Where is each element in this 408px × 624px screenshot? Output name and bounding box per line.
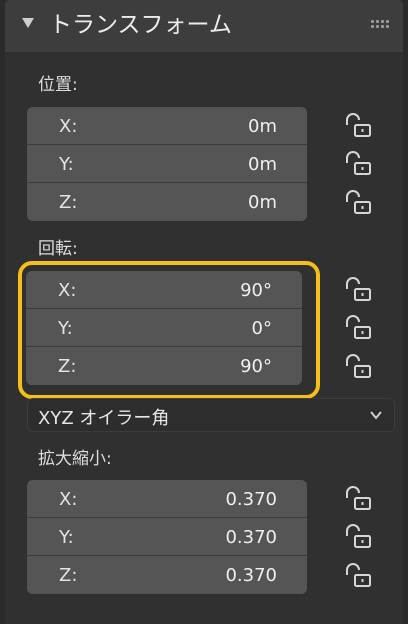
panel-title: トランスフォーム xyxy=(49,12,232,38)
axis-value: 0m xyxy=(248,116,277,137)
axis-label: Z: xyxy=(59,565,78,586)
scale-y-lock-icon[interactable] xyxy=(343,524,373,550)
scale-z-lock-icon[interactable] xyxy=(343,563,373,589)
scale-y-field[interactable]: Y: 0.370 xyxy=(27,518,307,556)
location-x-field[interactable]: X: 0m xyxy=(27,107,307,145)
axis-value: 90° xyxy=(240,356,272,377)
axis-value: 0m xyxy=(248,192,277,213)
axis-value: 0.370 xyxy=(225,527,277,548)
axis-label: Y: xyxy=(58,318,73,339)
drag-handle-icon[interactable] xyxy=(371,20,389,28)
axis-label: Z: xyxy=(58,356,77,377)
location-fields: X: 0m Y: 0m Z: 0m xyxy=(27,107,307,221)
rotation-x-field[interactable]: X: 90° xyxy=(26,271,302,309)
scale-x-lock-icon[interactable] xyxy=(343,486,373,512)
scale-z-field[interactable]: Z: 0.370 xyxy=(27,556,307,594)
axis-label: Y: xyxy=(59,154,74,175)
axis-label: X: xyxy=(59,489,78,510)
location-x-lock-icon[interactable] xyxy=(343,113,373,139)
transform-panel: トランスフォーム 位置: X: 0m Y: 0m Z: 0m 回転: X: 90… xyxy=(5,0,403,624)
rotation-mode-value: XYZ オイラー角 xyxy=(38,408,170,429)
scale-label: 拡大縮小: xyxy=(38,449,112,469)
axis-value: 0.370 xyxy=(225,489,277,510)
axis-value: 90° xyxy=(240,280,272,301)
axis-value: 0m xyxy=(248,154,277,175)
rotation-z-lock-icon[interactable] xyxy=(343,354,373,380)
axis-value: 0.370 xyxy=(225,565,277,586)
axis-label: Y: xyxy=(59,527,74,548)
rotation-x-lock-icon[interactable] xyxy=(343,277,373,303)
location-y-lock-icon[interactable] xyxy=(343,151,373,177)
rotation-z-field[interactable]: Z: 90° xyxy=(26,347,302,385)
axis-label: X: xyxy=(58,280,77,301)
rotation-label: 回転: xyxy=(38,239,78,259)
panel-header[interactable]: トランスフォーム xyxy=(5,0,403,52)
location-z-lock-icon[interactable] xyxy=(343,190,373,216)
axis-value: 0° xyxy=(251,318,272,339)
collapse-triangle-icon[interactable] xyxy=(22,18,34,28)
scale-x-field[interactable]: X: 0.370 xyxy=(27,480,307,518)
rotation-y-field[interactable]: Y: 0° xyxy=(26,309,302,347)
location-z-field[interactable]: Z: 0m xyxy=(27,183,307,221)
location-label: 位置: xyxy=(38,75,78,95)
rotation-y-lock-icon[interactable] xyxy=(343,315,373,341)
chevron-down-icon xyxy=(370,411,382,420)
rotation-fields: X: 90° Y: 0° Z: 90° xyxy=(26,271,302,385)
location-y-field[interactable]: Y: 0m xyxy=(27,145,307,183)
scale-fields: X: 0.370 Y: 0.370 Z: 0.370 xyxy=(27,480,307,594)
axis-label: X: xyxy=(59,116,78,137)
axis-label: Z: xyxy=(59,192,78,213)
rotation-mode-dropdown[interactable]: XYZ オイラー角 xyxy=(27,398,395,432)
